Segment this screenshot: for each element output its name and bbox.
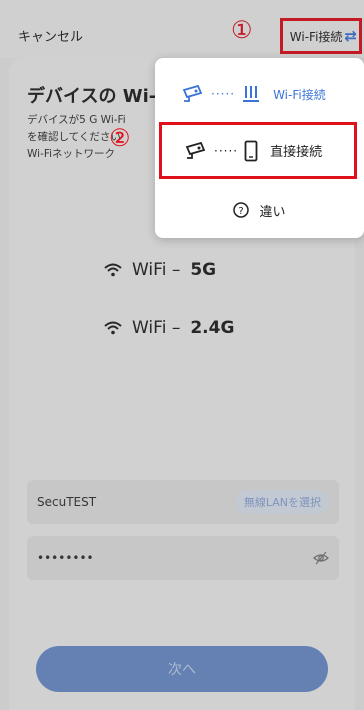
top-bar: キャンセル Wi-Fi接続 ⇄ ① <box>0 0 364 58</box>
menu-item-difference[interactable]: ? 違い <box>155 182 364 238</box>
wifi-band-24g: WiFi – 2.4G <box>104 318 234 338</box>
phone-icon <box>244 140 258 161</box>
description-line: を確認してください <box>27 131 121 143</box>
connection-dots: ····· <box>214 143 239 158</box>
description-line: Wi-Fiネットワーク <box>27 148 116 160</box>
menu-item-direct[interactable]: ····· 直接接続 <box>159 122 357 179</box>
menu-icons: ····· <box>181 84 261 104</box>
menu-item-label: 違い <box>259 204 286 220</box>
select-lan-button[interactable]: 無線LANを選択 <box>235 490 329 514</box>
password-field[interactable]: •••••••• <box>27 536 339 580</box>
wifi-icon <box>104 321 122 335</box>
step-marker-2: ② <box>109 124 131 152</box>
description: デバイスが5 G Wi-Fi を確認してください Wi-Fiネットワーク <box>27 112 155 166</box>
next-button[interactable]: 次へ <box>36 646 328 692</box>
swap-arrows-icon: ⇄ <box>344 27 357 45</box>
step-marker-1: ① <box>231 16 253 44</box>
svg-text:?: ? <box>239 206 244 217</box>
band-value: 5G <box>190 260 217 280</box>
menu-item-wifi[interactable]: ····· Wi-Fi接続 <box>155 66 364 122</box>
password-value: •••••••• <box>37 551 94 565</box>
router-icon <box>243 86 260 102</box>
band-value: 2.4G <box>190 318 235 338</box>
connection-mode-label: Wi-Fi接続 <box>289 29 343 44</box>
help-circle-icon: ? <box>233 202 250 218</box>
band-prefix: WiFi – <box>132 318 181 338</box>
menu-item-label: 直接接続 <box>270 145 323 160</box>
ssid-value: SecuTEST <box>37 495 97 509</box>
connection-mode-menu: ····· Wi-Fi接続 ····· 直接接続 ? 違い <box>155 58 364 238</box>
camera-icon <box>182 84 203 102</box>
description-line: デバイスが5 G Wi-Fi <box>27 114 126 126</box>
connection-dots: ····· <box>211 87 236 101</box>
connection-mode-toggle[interactable]: Wi-Fi接続 ⇄ <box>280 18 362 54</box>
wifi-icon <box>104 263 122 277</box>
wifi-band-5g: WiFi – 5G <box>104 260 216 280</box>
band-prefix: WiFi – <box>132 260 181 280</box>
page-title: デバイスの Wi-Fi <box>27 86 157 107</box>
menu-icons: ····· <box>184 140 258 162</box>
menu-item-label: Wi-Fi接続 <box>273 87 326 102</box>
cancel-button[interactable]: キャンセル <box>18 26 83 45</box>
eye-off-icon[interactable] <box>313 550 329 566</box>
ssid-field[interactable]: SecuTEST 無線LANを選択 <box>27 480 339 524</box>
camera-icon <box>185 141 206 159</box>
